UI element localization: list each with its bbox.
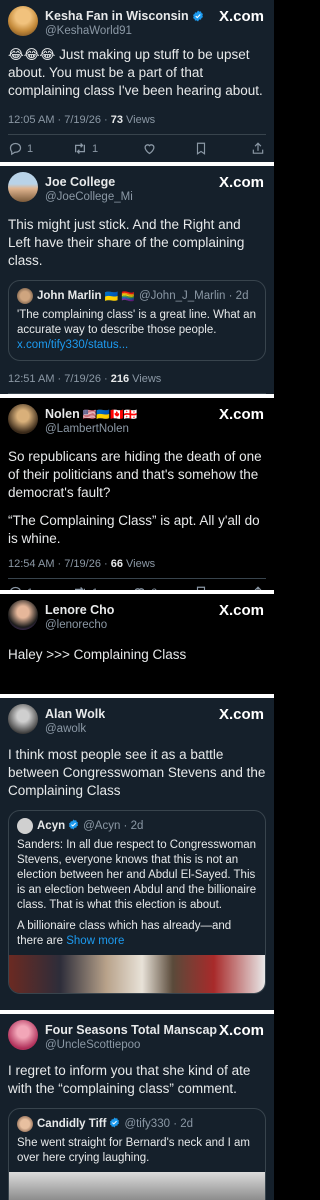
tweet-meta: 12:54 AM · 7/19/26 · 66 Views (8, 558, 266, 570)
author-handle[interactable]: @JoeCollege_Mi (45, 191, 133, 203)
tweet-text: I regret to inform you that she kind of … (8, 1063, 251, 1096)
author-name[interactable]: Kesha Fan in Wisconsin (45, 9, 189, 23)
x-brand-label: X.com (218, 706, 264, 723)
divider (8, 578, 266, 579)
tweet-text: So republicans are hiding the death of o… (8, 448, 266, 548)
avatar[interactable] (8, 600, 38, 630)
author-name[interactable]: Four Seasons Total Manscaping (45, 1023, 217, 1037)
repost-count: 1 (92, 142, 99, 155)
x-brand-label: X.com (218, 602, 264, 619)
heart-icon (144, 144, 155, 155)
quoted-tweet[interactable]: Acyn @Acyn · 2d Sanders: In all due resp… (8, 810, 266, 994)
tweet-feed: Kesha Fan in Wisconsin @KeshaWorld91 X.c… (0, 0, 274, 1200)
author-handle[interactable]: @awolk (45, 723, 86, 735)
timestamp[interactable]: 12:54 AM · 7/19/26 · (8, 558, 111, 570)
quoted-text: A billionaire class which has already—an… (17, 919, 257, 949)
quoted-author-name[interactable]: Candidly Tiff (37, 1118, 106, 1130)
tweet-card[interactable]: Nolen 🇺🇸🇺🇦🇨🇦🇬🇪 @LambertNolen X.com So rep… (0, 398, 274, 590)
avatar[interactable] (8, 6, 38, 36)
author-name[interactable]: Lenore Cho (45, 603, 114, 617)
tweet-text: This might just stick. And the Right and… (8, 217, 245, 268)
verified-badge-icon (68, 819, 79, 833)
avatar[interactable] (8, 172, 38, 202)
name-flags: 🇺🇸🇺🇦🇨🇦🇬🇪 (82, 409, 138, 421)
timestamp[interactable]: 12:05 AM · 7/19/26 · (8, 114, 111, 126)
reply-button[interactable]: 1 (8, 141, 33, 156)
quoted-author-handle[interactable]: @Acyn · 2d (83, 820, 143, 832)
tweet-text: 😂😂😂 Just making up stuff to be upset abo… (8, 46, 266, 100)
views-label: Views (129, 373, 162, 385)
x-brand-label: X.com (218, 174, 264, 191)
avatar[interactable] (17, 1116, 33, 1132)
bookmark-button[interactable] (194, 141, 208, 156)
emoji: 😂😂😂 (8, 47, 56, 62)
reply-count: 1 (27, 142, 34, 155)
show-more-link[interactable]: Show more (66, 935, 124, 947)
divider (8, 134, 266, 135)
avatar[interactable] (8, 704, 38, 734)
quoted-tweet[interactable]: Candidly Tiff @tify330 · 2d She went str… (8, 1108, 266, 1200)
tweet-paragraph: “The Complaining Class” is apt. All y'al… (8, 513, 260, 546)
quoted-author-handle[interactable]: @John_J_Marlin · 2d (139, 290, 248, 302)
share-button[interactable] (251, 141, 265, 156)
quoted-author-handle[interactable]: @tify330 · 2d (124, 1118, 193, 1130)
avatar[interactable] (17, 288, 33, 304)
timestamp[interactable]: 12:51 AM · 7/19/26 · (8, 373, 111, 385)
view-count: 216 (110, 373, 130, 385)
view-count: 66 (110, 558, 123, 570)
tweet-meta: 12:51 AM · 7/19/26 · 216 Views (8, 373, 266, 385)
views-label: Views (122, 558, 156, 570)
author-handle[interactable]: @UncleScottiepoo (45, 1039, 140, 1051)
author-handle[interactable]: @lenorecho (45, 619, 107, 631)
verified-badge-icon (192, 10, 204, 25)
repost-icon (75, 143, 85, 154)
tweet-card[interactable]: Alan Wolk @awolk X.com I think most peop… (0, 698, 274, 1010)
x-brand-label: X.com (218, 1022, 264, 1039)
views-label: Views (122, 114, 156, 126)
quoted-media-image[interactable] (9, 955, 265, 993)
tweet-card[interactable]: Four Seasons Total Manscaping @UncleScot… (0, 1014, 274, 1200)
quoted-text: Sanders: In all due respect to Congressw… (17, 839, 257, 911)
name-flags: 🇺🇦 🏳️‍🌈 (104, 290, 135, 303)
author-name[interactable]: Nolen (45, 407, 80, 421)
tweet-meta: 12:05 AM · 7/19/26 · 73 Views (8, 114, 266, 126)
x-brand-label: X.com (218, 8, 264, 25)
avatar[interactable] (8, 1020, 38, 1050)
author-handle[interactable]: @LambertNolen (45, 423, 129, 435)
action-bar: 1 1 (8, 141, 266, 161)
quoted-media-image[interactable] (9, 1172, 265, 1200)
tweet-paragraph: So republicans are hiding the death of o… (8, 449, 262, 500)
tweet-card[interactable]: Joe College @JoeCollege_Mi X.com This mi… (0, 166, 274, 394)
tweet-card[interactable]: Lenore Cho @lenorecho X.com Haley >>> Co… (0, 594, 274, 694)
quoted-text: She went straight for Bernard's neck and… (17, 1137, 250, 1164)
verified-badge-icon (109, 1117, 120, 1131)
share-icon (252, 142, 264, 154)
quoted-tweet[interactable]: John Marlin 🇺🇦 🏳️‍🌈 @John_J_Marlin · 2d … (8, 280, 266, 361)
bookmark-icon (196, 142, 206, 155)
quoted-text: 'The complaining class' is a great line.… (17, 308, 257, 353)
author-handle[interactable]: @KeshaWorld91 (45, 25, 132, 37)
tweet-text: Haley >>> Complaining Class (8, 647, 187, 662)
tweet-text: I think most people see it as a battle b… (8, 747, 266, 798)
quoted-link[interactable]: x.com/tify330/status... (17, 339, 128, 351)
avatar[interactable] (8, 404, 38, 434)
view-count: 73 (110, 114, 123, 126)
quoted-author-name[interactable]: Acyn (37, 820, 65, 832)
tweet-card[interactable]: Kesha Fan in Wisconsin @KeshaWorld91 X.c… (0, 0, 274, 162)
quoted-author-name[interactable]: John Marlin (37, 290, 102, 302)
author-name[interactable]: Alan Wolk (45, 707, 105, 721)
author-name[interactable]: Joe College (45, 175, 115, 189)
reply-icon (9, 142, 22, 156)
x-brand-label: X.com (218, 406, 264, 423)
quoted-text-content: 'The complaining class' is a great line.… (17, 309, 256, 336)
like-button[interactable] (142, 141, 157, 156)
repost-button[interactable]: 1 (72, 141, 98, 156)
avatar[interactable] (17, 818, 33, 834)
